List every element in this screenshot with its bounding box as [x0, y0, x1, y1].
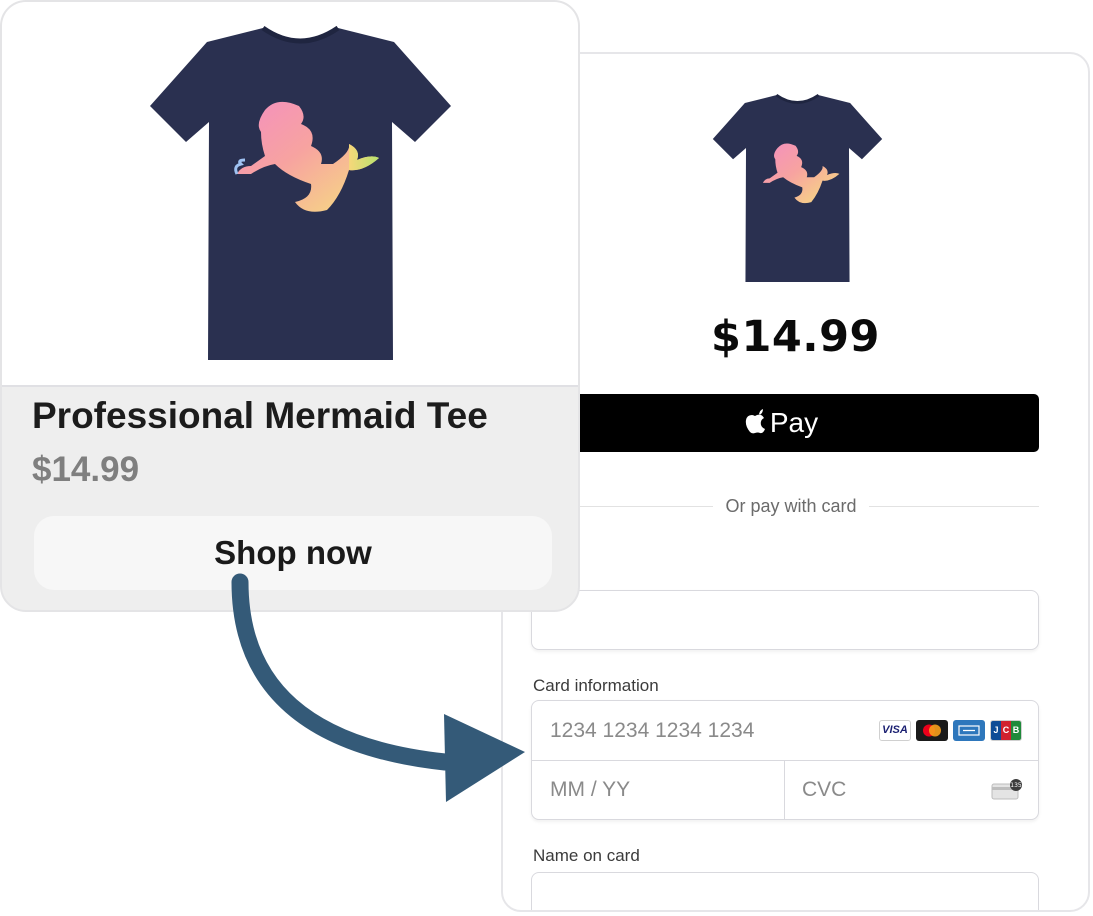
cvc-card-icon: 135 [991, 779, 1022, 800]
divider-line-right [868, 505, 1040, 507]
product-card: Professional Mermaid Tee $14.99 Shop now [0, 0, 580, 612]
product-title: Professional Mermaid Tee [32, 395, 488, 436]
pay-with-card-divider: Or pay with card [543, 494, 1040, 518]
expiry-placeholder: MM / YY [550, 778, 631, 801]
product-image [2, 2, 578, 387]
cvc-field[interactable]: CVC 135 [786, 761, 1038, 819]
amex-icon [953, 720, 985, 741]
checkout-panel: $14.99 Pay Or pay with card Card informa… [501, 52, 1090, 912]
svg-text:135: 135 [1010, 782, 1022, 789]
jcb-icon: J C B [990, 720, 1022, 741]
email-input[interactable] [531, 590, 1039, 650]
expiry-field[interactable]: MM / YY [532, 761, 785, 819]
cvc-placeholder: CVC [802, 778, 847, 801]
divider-text: Or pay with card [725, 495, 857, 516]
card-number-placeholder: 1234 1234 1234 1234 [550, 719, 755, 742]
visa-icon: VISA [879, 720, 911, 741]
card-information-group: 1234 1234 1234 1234 VISA J C B MM / YY C [531, 700, 1039, 820]
card-number-field[interactable]: 1234 1234 1234 1234 VISA J C B [532, 701, 1038, 761]
name-on-card-label: Name on card [533, 846, 640, 865]
shop-now-button[interactable]: Shop now [34, 516, 552, 590]
card-brands: VISA J C B [879, 720, 1022, 741]
card-information-label: Card information [533, 676, 659, 695]
apple-pay-label: Pay [769, 407, 819, 438]
tshirt-image [150, 25, 451, 360]
checkout-price: $14.99 [711, 312, 880, 362]
name-on-card-input[interactable] [531, 872, 1039, 910]
product-price: $14.99 [32, 450, 140, 489]
apple-logo-icon [745, 409, 765, 434]
mastercard-icon [916, 720, 948, 741]
apple-pay-button[interactable]: Pay [523, 394, 1039, 452]
product-thumbnail-image [712, 93, 883, 282]
